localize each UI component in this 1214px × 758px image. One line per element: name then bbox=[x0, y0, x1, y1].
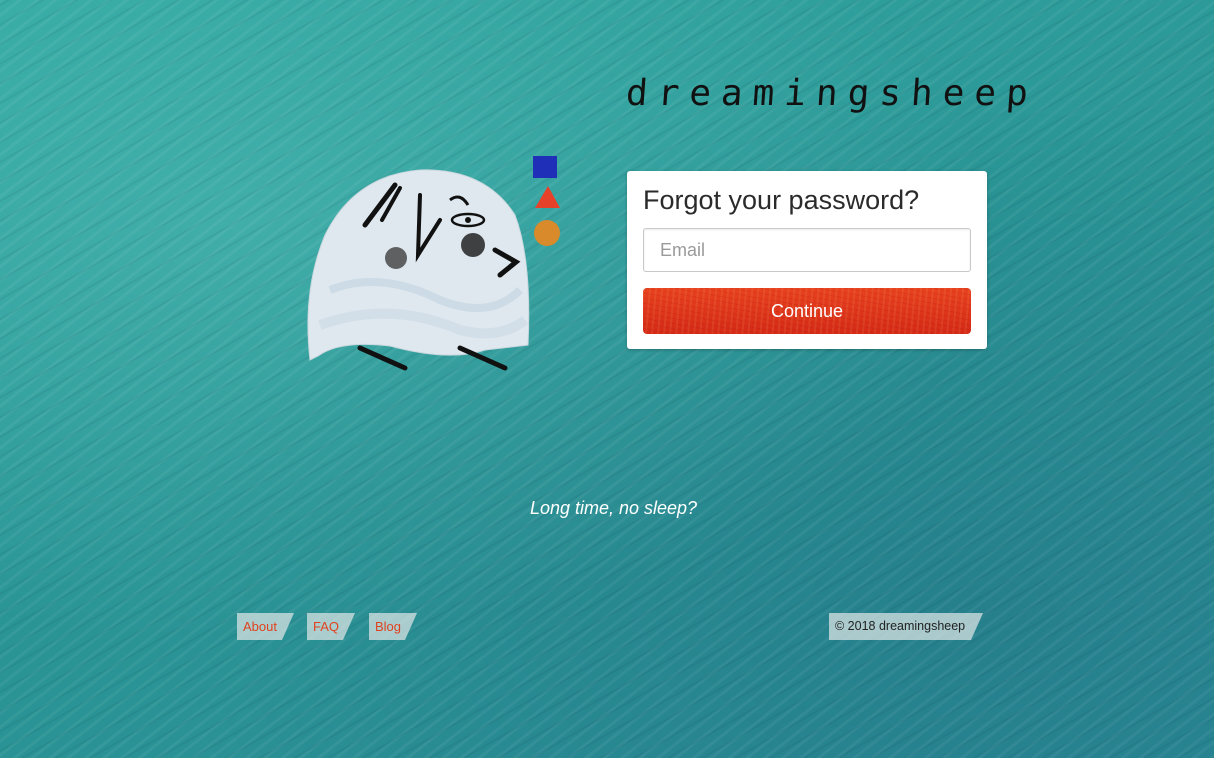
footer-link-blog[interactable]: Blog bbox=[369, 613, 417, 640]
footer-link-about[interactable]: About bbox=[237, 613, 294, 640]
tagline: Long time, no sleep? bbox=[529, 498, 698, 518]
sheep-mascot-illustration bbox=[300, 150, 570, 380]
blue-square-icon bbox=[533, 156, 557, 178]
email-field[interactable] bbox=[643, 228, 971, 272]
orange-circle-icon bbox=[534, 220, 560, 246]
red-triangle-icon bbox=[535, 186, 560, 208]
copyright-text: © 2018 dreamingsheep bbox=[829, 613, 983, 640]
continue-button[interactable]: Continue bbox=[643, 288, 971, 334]
brand-logo[interactable]: dreamingsheep bbox=[625, 62, 1040, 126]
footer-link-faq[interactable]: FAQ bbox=[307, 613, 355, 640]
sheep-mascot-icon bbox=[307, 156, 560, 371]
forgot-password-card: Forgot your password? Continue bbox=[627, 171, 987, 349]
brand-logo-text: dreamingsheep bbox=[624, 73, 1040, 114]
form-title: Forgot your password? bbox=[643, 185, 920, 215]
